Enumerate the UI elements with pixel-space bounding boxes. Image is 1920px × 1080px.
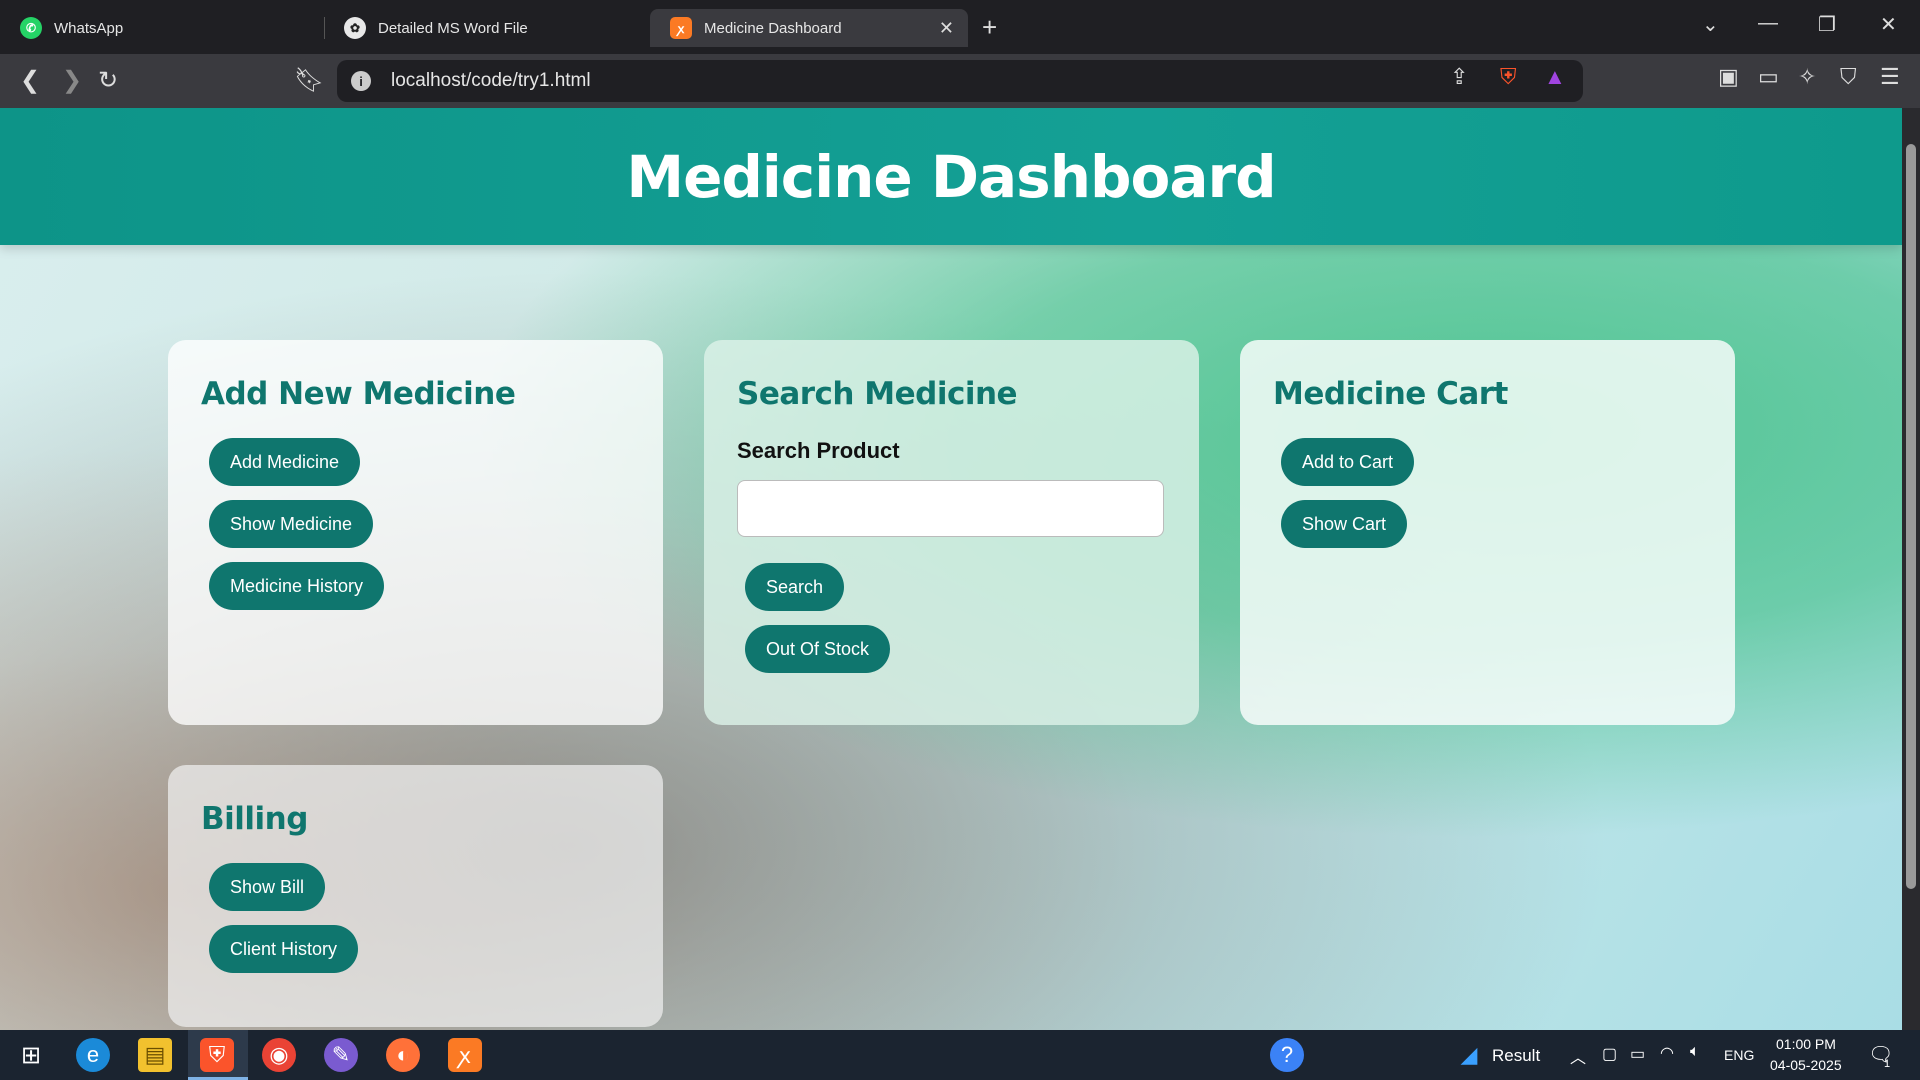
browser-tab-strip: ✆ WhatsApp ✿ Detailed MS Word File ꭗ Med… <box>0 0 1920 54</box>
tab-ms-word-file[interactable]: ✿ Detailed MS Word File <box>324 9 644 47</box>
card-title: Billing <box>201 801 308 837</box>
paint-icon[interactable]: ✎ <box>324 1038 358 1072</box>
reload-icon[interactable]: ↻ <box>98 66 118 95</box>
tab-label: WhatsApp <box>54 19 124 37</box>
weather-result-icon[interactable]: ◢ <box>1452 1038 1486 1072</box>
show-cart-button[interactable]: Show Cart <box>1281 500 1408 548</box>
brave-shields-icon[interactable]: ⛨ <box>1500 64 1517 90</box>
new-tab-button[interactable]: + <box>982 12 997 43</box>
notification-count: 1 <box>1884 1058 1891 1070</box>
chrome-icon[interactable]: ◉ <box>262 1038 296 1072</box>
close-tab-icon[interactable]: ✕ <box>939 18 954 39</box>
out-of-stock-button[interactable]: Out Of Stock <box>745 625 891 673</box>
vpn-icon[interactable]: ⛉ <box>1840 64 1857 90</box>
search-product-label: Search Product <box>737 438 900 463</box>
leo-ai-icon[interactable]: ✧ <box>1798 64 1816 90</box>
add-medicine-card: Add New Medicine Add Medicine Show Medic… <box>168 340 663 725</box>
wifi-icon[interactable]: ◠ <box>1660 1043 1674 1063</box>
share-icon[interactable]: ⇪ <box>1450 64 1468 90</box>
whatsapp-icon: ✆ <box>20 17 42 39</box>
browser-toolbar: ❮ ❯ ↻ 🔖︎ i localhost/code/try1.html ⇪ ⛨ … <box>0 54 1920 108</box>
menu-icon[interactable]: ☰ <box>1880 64 1900 90</box>
medicine-history-button[interactable]: Medicine History <box>209 562 385 610</box>
search-button[interactable]: Search <box>745 563 845 611</box>
close-window-button[interactable]: ✕ <box>1880 12 1897 37</box>
brave-rewards-icon[interactable]: ▲ <box>1544 64 1566 90</box>
file-explorer-icon[interactable]: ▤ <box>138 1038 172 1072</box>
card-title: Search Medicine <box>737 376 1018 412</box>
windows-start-icon[interactable]: ⊞ <box>14 1038 48 1072</box>
medicine-cart-card: Medicine Cart Add to Cart Show Cart <box>1240 340 1735 725</box>
xampp-icon: ꭗ <box>670 17 692 39</box>
brave-icon[interactable]: ⛨ <box>200 1038 234 1072</box>
firefox-icon[interactable]: ◐ <box>386 1038 420 1072</box>
add-to-cart-button[interactable]: Add to Cart <box>1281 438 1415 486</box>
scrollbar-thumb[interactable] <box>1906 144 1916 889</box>
url-text[interactable]: localhost/code/try1.html <box>391 70 591 92</box>
clock-time[interactable]: 01:00 PM <box>1776 1036 1836 1052</box>
client-history-button[interactable]: Client History <box>209 925 359 973</box>
card-title: Add New Medicine <box>201 376 516 412</box>
tab-medicine-dashboard[interactable]: ꭗ Medicine Dashboard ✕ <box>650 9 968 47</box>
page-scrollbar[interactable] <box>1902 108 1920 1030</box>
tab-label: Detailed MS Word File <box>378 19 528 37</box>
language-indicator[interactable]: ENG <box>1724 1047 1754 1063</box>
page-header: Medicine Dashboard <box>0 108 1902 245</box>
meet-now-icon[interactable]: ▢ <box>1602 1044 1617 1064</box>
restore-button[interactable]: ❐ <box>1818 12 1836 37</box>
weather-result-label[interactable]: Result <box>1492 1046 1540 1066</box>
address-bar[interactable]: i localhost/code/try1.html <box>337 60 1583 102</box>
minimize-button[interactable]: — <box>1758 12 1778 35</box>
site-info-icon[interactable]: i <box>351 71 371 91</box>
bookmark-icon[interactable]: 🔖︎ <box>294 66 324 95</box>
sidebar-icon[interactable]: ▣ <box>1718 64 1739 90</box>
add-medicine-button[interactable]: Add Medicine <box>209 438 361 486</box>
edge-icon[interactable]: e <box>76 1038 110 1072</box>
forward-icon[interactable]: ❯ <box>62 66 82 95</box>
show-bill-button[interactable]: Show Bill <box>209 863 326 911</box>
tab-whatsapp[interactable]: ✆ WhatsApp <box>0 9 320 47</box>
search-input[interactable] <box>737 480 1164 537</box>
show-medicine-button[interactable]: Show Medicine <box>209 500 374 548</box>
volume-icon[interactable]: 🔈︎ <box>1690 1043 1700 1061</box>
windows-taskbar: ⊞ e ▤ ⛨ ◉ ✎ ◐ ꭗ ? ◢ Result ︿ ▢ ▭ ◠ 🔈︎ EN… <box>0 1030 1920 1080</box>
card-title: Medicine Cart <box>1273 376 1508 412</box>
page-viewport: Medicine Dashboard Add New Medicine Add … <box>0 108 1902 1030</box>
help-icon[interactable]: ? <box>1270 1038 1304 1072</box>
tab-label: Medicine Dashboard <box>704 19 842 37</box>
openai-icon: ✿ <box>344 17 366 39</box>
wallet-icon[interactable]: ▭ <box>1758 64 1779 90</box>
xampp-taskbar-icon[interactable]: ꭗ <box>448 1038 482 1072</box>
search-medicine-card: Search Medicine Search Product Search Ou… <box>704 340 1199 725</box>
page-title: Medicine Dashboard <box>626 142 1276 211</box>
back-icon[interactable]: ❮ <box>20 66 40 95</box>
battery-icon[interactable]: ▭ <box>1630 1044 1645 1064</box>
show-hidden-icons-icon[interactable]: ︿ <box>1570 1044 1586 1068</box>
billing-card: Billing Show Bill Client History <box>168 765 663 1027</box>
clock-date[interactable]: 04-05-2025 <box>1770 1057 1842 1073</box>
tab-list-chevron-icon[interactable]: ⌄ <box>1702 12 1719 37</box>
